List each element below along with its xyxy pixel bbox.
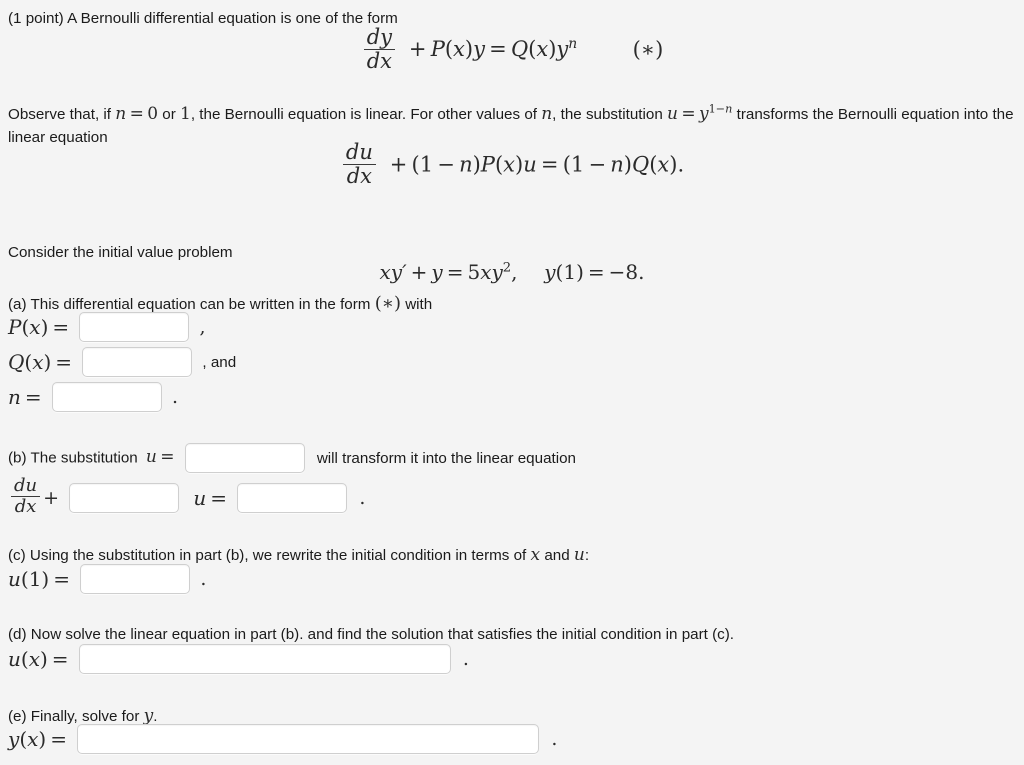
part-d-trailing: .: [462, 648, 469, 670]
part-c-colon: :: [584, 547, 590, 564]
px-label: P(x) =: [8, 315, 70, 339]
n-trailing: .: [172, 386, 179, 408]
part-c-x: x: [530, 545, 541, 565]
part-e-period: .: [153, 708, 158, 725]
fraction-denominator: dx: [11, 496, 41, 516]
intro-line: (1 point) A Bernoulli differential equat…: [8, 8, 398, 30]
part-b-equation-row: du dx + u = .: [8, 475, 366, 518]
fraction-numerator: dy: [366, 25, 393, 49]
consider-text: Consider the initial value problem: [8, 244, 233, 261]
observe-substitution: u = y1−n: [667, 102, 733, 124]
part-c-and: and: [544, 547, 570, 564]
part-a-qx-row: Q(x) = , and: [8, 347, 236, 377]
star-tag: (∗): [632, 37, 664, 62]
part-b-plus: +: [43, 486, 60, 509]
ux-input[interactable]: [78, 644, 451, 674]
part-c-prompt-pre: (c) Using the substitution in part (b), …: [8, 547, 527, 564]
substitution-u-input[interactable]: [184, 443, 305, 473]
du-dx-fraction-inline: du dx: [11, 475, 41, 517]
ux-label: u(x) =: [8, 647, 69, 671]
linear-equation-body: + (1 − n)P(x)u = (1 − n)Q(x).: [385, 152, 685, 177]
px-input[interactable]: [79, 312, 190, 342]
dy-dx-fraction: dy dx: [363, 25, 396, 73]
fraction-denominator: dx: [363, 49, 396, 72]
part-b-trailing: .: [359, 486, 366, 509]
observe-text-4: transforms the Bernoulli: [736, 106, 898, 123]
qx-label: Q(x) =: [8, 350, 73, 374]
problem-page: (1 point) A Bernoulli differential equat…: [0, 0, 1024, 765]
part-a-prompt-post: with: [405, 296, 433, 313]
fraction-numerator: du: [14, 475, 38, 496]
bernoulli-equation-body: + P(x)y = Q(x)yn: [404, 36, 578, 62]
part-c-trailing: .: [200, 568, 207, 590]
n-input[interactable]: [51, 382, 162, 412]
part-b-prompt-pre: (b) The substitution: [8, 449, 138, 467]
observe-n-equals-zero: n = 0: [115, 104, 159, 124]
bernoulli-display-equation: dy dx + P(x)y = Q(x)yn (∗): [0, 25, 1024, 74]
qx-input[interactable]: [82, 347, 193, 377]
part-b-u-eq: u =: [193, 485, 228, 510]
points-label: (1 point): [8, 10, 64, 27]
observe-text-1: Observe that, if: [8, 106, 111, 123]
qx-trailing: , and: [202, 353, 237, 371]
rhs-input[interactable]: [237, 482, 348, 513]
part-b-prompt-row: (b) The substitution u = will transform …: [8, 443, 576, 473]
observe-text-2: , the Bernoulli equation is linear. For …: [190, 106, 537, 123]
part-a-prompt-pre: (a) This differential equation can be wr…: [8, 296, 371, 313]
observe-one: 1: [180, 104, 191, 124]
part-c-u: u: [573, 545, 585, 565]
part-c-u1-row: u(1) = .: [8, 564, 206, 594]
yx-input[interactable]: [77, 724, 540, 754]
n-label: n =: [8, 385, 42, 409]
part-e-y: y: [143, 706, 154, 726]
observe-paragraph: Observe that, if n = 0 or 1, the Bernoul…: [8, 102, 1018, 149]
fraction-denominator: dx: [342, 164, 376, 187]
part-d-prompt-text: (d) Now solve the linear equation in par…: [8, 626, 735, 643]
coefficient-input[interactable]: [69, 482, 180, 513]
u1-input[interactable]: [80, 564, 191, 594]
ivp-display-equation: xy′ + y = 5xy2, y(1) = −8.: [0, 260, 1024, 284]
part-b-u-label: u =: [145, 446, 175, 467]
part-e-yx-row: y(x) = .: [8, 724, 557, 754]
part-b-prompt-post: will transform it into the linear equati…: [316, 449, 577, 467]
part-a-n-row: n = .: [8, 382, 178, 412]
part-d-ux-row: u(x) = .: [8, 644, 469, 674]
observe-text-3: , the substitution: [552, 106, 663, 123]
part-a-px-row: P(x) = ,: [8, 312, 206, 342]
u1-label: u(1) =: [8, 567, 70, 591]
ivp-body: xy′ + y = 5xy2, y(1) = −8.: [379, 260, 645, 284]
fraction-numerator: du: [345, 140, 373, 164]
linear-display-equation: du dx + (1 − n)P(x)u = (1 − n)Q(x).: [0, 140, 1024, 189]
du-dx-fraction: du dx: [342, 140, 376, 188]
px-trailing: ,: [199, 316, 206, 338]
observe-or: or: [162, 106, 176, 123]
yx-label: y(x) =: [8, 727, 67, 751]
observe-n: n: [541, 104, 553, 124]
part-e-prompt-pre: (e) Finally, solve for: [8, 708, 140, 725]
intro-text: A Bernoulli differential equation is one…: [67, 10, 398, 27]
part-e-trailing: .: [551, 728, 558, 750]
part-a-star: (∗): [374, 293, 401, 314]
part-d-prompt: (d) Now solve the linear equation in par…: [8, 624, 734, 646]
